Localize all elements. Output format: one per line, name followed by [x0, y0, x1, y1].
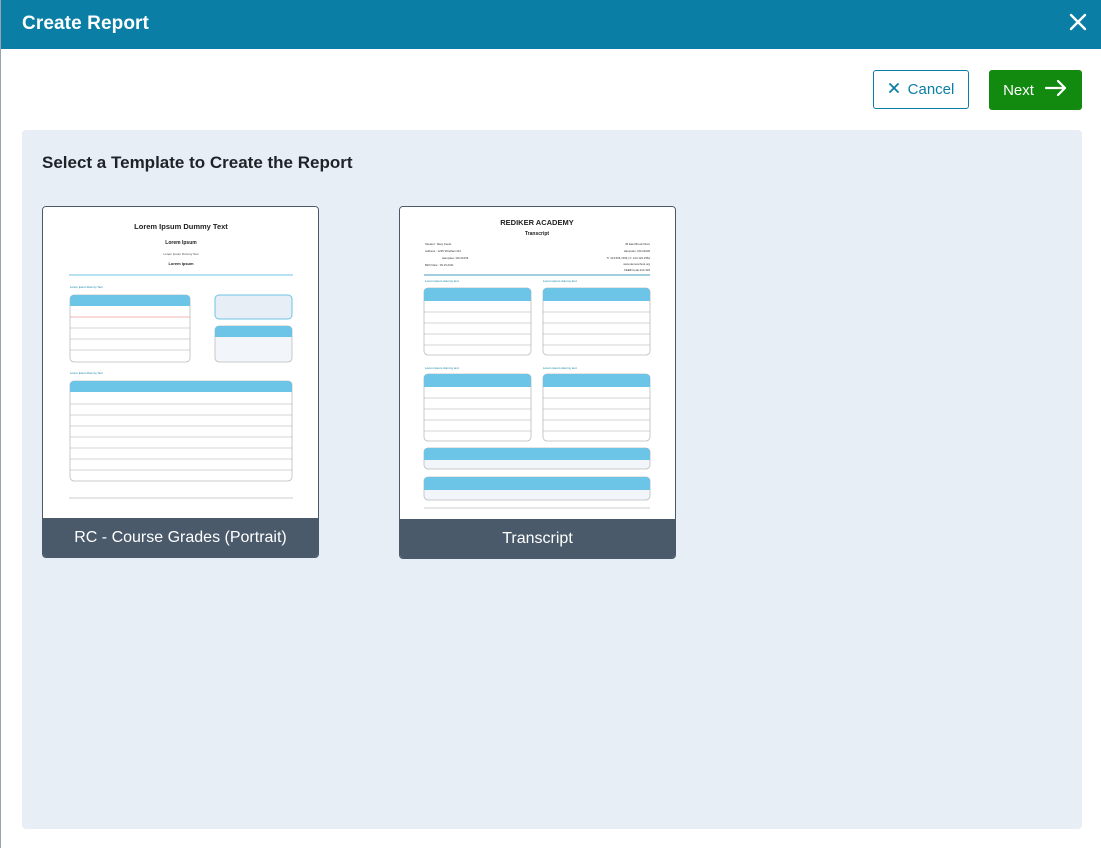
- preview-section: Lorem ipsum dummy text: [425, 279, 459, 283]
- preview-subtitle2: Lorem Ipsum: [168, 261, 194, 266]
- preview-line: Lorem Ipsum Dummy Text: [164, 252, 199, 256]
- modal-title: Create Report: [22, 13, 149, 34]
- cancel-button[interactable]: Cancel: [873, 70, 969, 109]
- template-card-course-grades[interactable]: Lorem Ipsum Dummy Text Lorem Ipsum Lorem…: [42, 206, 319, 558]
- close-icon: [888, 81, 900, 98]
- arrow-right-icon: [1044, 79, 1068, 101]
- template-panel: Select a Template to Create the Report L…: [22, 130, 1082, 829]
- preview-right-4: CEEB Code:214-333: [624, 268, 651, 272]
- preview-section: Lorem ipsum dummy text: [425, 366, 459, 370]
- preview-left-0: Student : Mary Keefe: [425, 242, 452, 246]
- preview-school: REDIKER ACADEMY: [500, 218, 573, 227]
- preview-title: Lorem Ipsum Dummy Text: [134, 222, 228, 231]
- template-card-transcript[interactable]: REDIKER ACADEMY Transcript Student : Mar…: [399, 206, 676, 559]
- template-preview-graphic: Lorem Ipsum Dummy Text Lorem Ipsum Lorem…: [69, 222, 293, 499]
- preview-doc: Transcript: [525, 231, 550, 237]
- next-button[interactable]: Next: [989, 70, 1082, 110]
- preview-section: Lorem ipsum dummy text: [543, 366, 577, 370]
- template-preview: REDIKER ACADEMY Transcript Student : Mar…: [400, 207, 675, 519]
- preview-right-0: 36 East Brook Drive: [625, 242, 650, 246]
- modal-header: Create Report: [1, 0, 1101, 49]
- preview-section: Lorem ipsum dummy text: [543, 279, 577, 283]
- preview-left-1: Address : 1245 Windham Rd: [425, 249, 461, 253]
- template-preview-graphic: REDIKER ACADEMY Transcript Student : Mar…: [423, 218, 651, 509]
- template-label: Transcript: [400, 519, 675, 558]
- preview-subtitle: Lorem Ipsum: [165, 240, 197, 246]
- preview-left-2: Hampden, MA 01036: [442, 256, 469, 260]
- create-report-modal: Create Report Cancel Next Select a Templ…: [0, 0, 1101, 848]
- preview-right-2: Tl: 413.566.7469 | F: 413.123.1564: [606, 256, 650, 260]
- preview-section2: Lorem Ipsum Dummy Text: [70, 371, 103, 375]
- template-preview: Lorem Ipsum Dummy Text Lorem Ipsum Lorem…: [43, 207, 318, 518]
- cancel-label: Cancel: [907, 81, 955, 98]
- preview-left-3: Birth Date : 09.15.2011: [425, 263, 454, 267]
- preview-right-1: Hampden, MA 01036: [624, 249, 651, 253]
- preview-right-3: www.demoschool.org: [623, 262, 650, 266]
- panel-title: Select a Template to Create the Report: [42, 153, 353, 172]
- close-icon[interactable]: [1067, 11, 1089, 33]
- preview-section1: Lorem Ipsum Dummy Text: [70, 285, 103, 289]
- template-label: RC - Course Grades (Portrait): [43, 518, 318, 557]
- next-label: Next: [1003, 81, 1034, 99]
